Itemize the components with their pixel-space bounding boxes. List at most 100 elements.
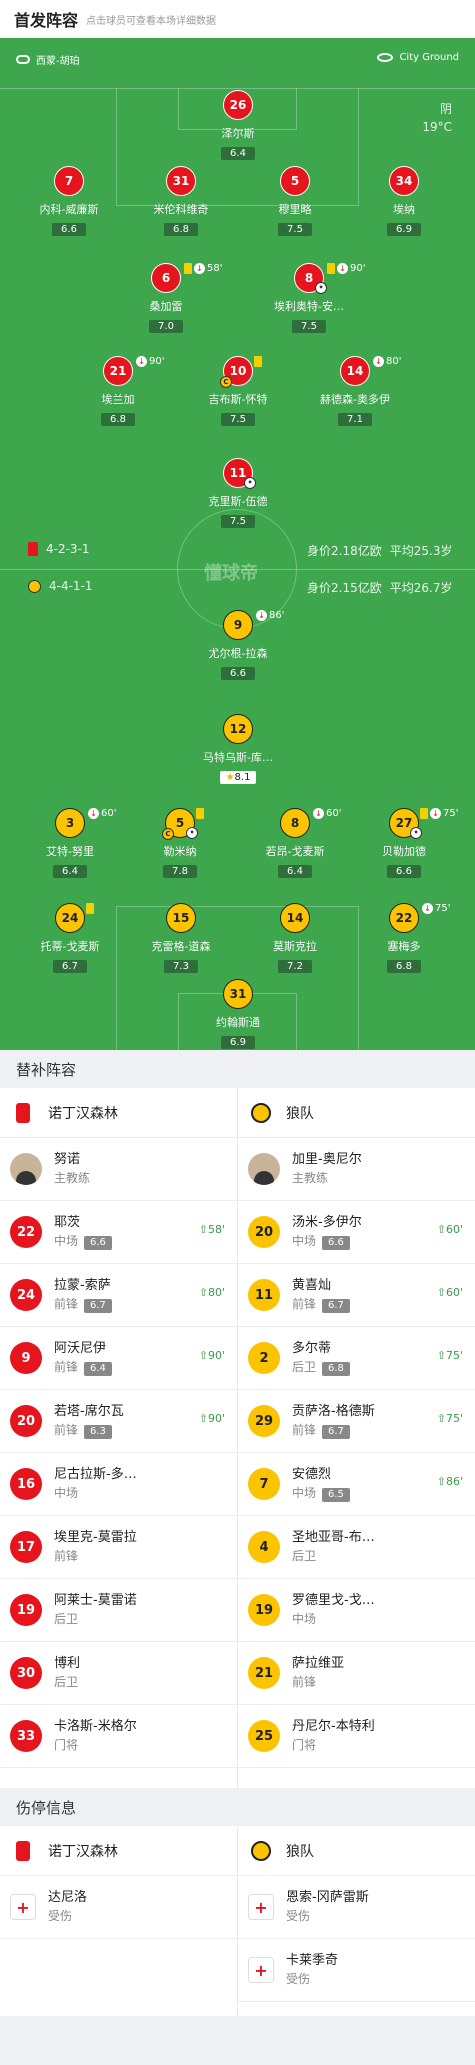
home-player-34[interactable]: 34 埃纳 6.9 [344, 166, 464, 236]
away-sub-row[interactable]: 21 萨拉维亚 前锋 [238, 1642, 475, 1705]
home-player-26[interactable]: 26 泽尔斯 6.4 [178, 90, 298, 160]
stadium-name: City Ground [399, 52, 459, 63]
yellow-card-icon [196, 808, 204, 819]
away-injury-column: 狼队 + 恩索-冈萨雷斯 受伤 + 卡莱季奇 受伤 [238, 1826, 475, 2002]
player-number: 22 [10, 1216, 42, 1248]
player-number: 14 [340, 356, 370, 386]
away-sub-row[interactable]: 20 汤米-多伊尔 中场 6.6 ⇧60' [238, 1201, 475, 1264]
player-events: ↓ 75' [420, 808, 458, 819]
away-player-22[interactable]: 22 ↓ 75' 塞梅多 6.8 [344, 903, 464, 973]
player-number: 29 [248, 1405, 280, 1437]
home-coach-row[interactable]: 努诺 主教练 [0, 1138, 237, 1201]
away-player-5[interactable]: 5 C • 勒米纳 7.8 [120, 808, 240, 878]
home-sub-row[interactable]: 30 博利 后卫 [0, 1642, 237, 1705]
away-sub-row[interactable]: 2 多尔蒂 后卫 6.8 ⇧75' [238, 1327, 475, 1390]
player-name: 贡萨洛-格德斯 [292, 1404, 375, 1419]
home-player-8[interactable]: 8 • ↓ 90' 埃利奥特-安… 7.5 [249, 263, 369, 333]
home-player-5[interactable]: 5 穆里略 7.5 [235, 166, 355, 236]
home-player-7[interactable]: 7 内科-威廉斯 6.6 [9, 166, 129, 236]
away-sub-row[interactable]: 25 丹尼尔-本特利 门将 [238, 1705, 475, 1768]
home-sub-row[interactable]: 24 拉蒙-索萨 前锋 6.7 ⇧80' [0, 1264, 237, 1327]
sub-out-icon: ↓ [136, 356, 147, 367]
goal-ball-icon: • [244, 477, 256, 489]
injury-status: 受伤 [286, 1909, 311, 1923]
home-sub-row[interactable]: 22 耶茨 中场 6.6 ⇧58' [0, 1201, 237, 1264]
away-player-9[interactable]: 9 ↓ 86' 尤尔根-拉森 6.6 [178, 610, 298, 680]
player-rating: 7.5 [278, 223, 312, 236]
home-sub-row[interactable]: 20 若塔-席尔瓦 前锋 6.3 ⇧90' [0, 1390, 237, 1453]
wolves-crest-icon [28, 579, 41, 593]
star-icon: ★ [225, 772, 235, 783]
away-player-8[interactable]: 8 ↓ 60' 若昂-戈麦斯 6.4 [235, 808, 355, 878]
away-sub-row[interactable]: 11 黄喜灿 前锋 6.7 ⇧60' [238, 1264, 475, 1327]
away-sub-row[interactable]: 4 圣地亚哥-布… 后卫 [238, 1516, 475, 1579]
home-sub-row[interactable]: 19 阿莱士-莫雷诺 后卫 [0, 1579, 237, 1642]
sub-time: 60' [101, 808, 117, 819]
player-rating: 7.5 [221, 515, 255, 528]
away-player-14[interactable]: 14 莫斯克拉 7.2 [235, 903, 355, 973]
player-events [254, 356, 262, 367]
home-player-21[interactable]: 21 ↓ 90' 埃兰加 6.8 [58, 356, 178, 426]
home-player-11[interactable]: 11 • 克里斯-伍德 7.5 [178, 458, 298, 528]
player-rating: 6.7 [53, 960, 87, 973]
home-team-summary: 4-2-3-1 [28, 542, 90, 556]
player-name: 安德烈 [292, 1467, 332, 1482]
player-position: 后卫 [54, 1612, 79, 1626]
away-player-3[interactable]: 3 ↓ 60' 艾特-努里 6.4 [10, 808, 130, 878]
home-player-31[interactable]: 31 米伦科维奇 6.8 [121, 166, 241, 236]
player-number: 31 [223, 979, 253, 1009]
captain-icon: C [220, 376, 232, 388]
player-position: 门将 [292, 1738, 317, 1752]
away-coach-row[interactable]: 加里-奥尼尔 主教练 [238, 1138, 475, 1201]
home-sub-row[interactable]: 33 卡洛斯-米格尔 门将 [0, 1705, 237, 1768]
sub-in-time: ⇧86' [436, 1475, 463, 1488]
player-number: 30 [10, 1657, 42, 1689]
player-number: 14 [280, 903, 310, 933]
injury-row[interactable]: + 达尼洛 受伤 [0, 1876, 237, 1939]
home-player-10[interactable]: 10 C 吉布斯-怀特 7.5 [178, 356, 298, 426]
player-name: 卡洛斯-米格尔 [54, 1719, 137, 1734]
player-events: ↓ 90' [136, 356, 164, 367]
away-sub-row[interactable]: 19 罗德里戈-戈… 中场 [238, 1579, 475, 1642]
home-sub-row[interactable]: 16 尼古拉斯-多… 中场 [0, 1453, 237, 1516]
team-name: 诺丁汉森林 [48, 1843, 118, 1860]
player-name: 赫德森-奥多伊 [320, 393, 390, 406]
injury-status: 受伤 [48, 1909, 73, 1923]
injury-row[interactable]: + 恩索-冈萨雷斯 受伤 [238, 1876, 475, 1939]
player-name: 博利 [54, 1656, 81, 1671]
away-player-15[interactable]: 15 克雷格-道森 7.3 [121, 903, 241, 973]
injury-row[interactable]: + 卡莱季奇 受伤 [238, 1939, 475, 2002]
player-number: 22 [389, 903, 419, 933]
sub-out-icon: ↓ [337, 263, 348, 274]
sub-time: 80' [386, 356, 402, 367]
home-sub-row[interactable]: 9 阿沃尼伊 前锋 6.4 ⇧90' [0, 1327, 237, 1390]
player-number: 20 [248, 1216, 280, 1248]
player-number-wrap: 8 • [294, 263, 327, 294]
home-player-6[interactable]: 6 ↓ 58' 桑加雷 7.0 [106, 263, 226, 333]
forest-crest-icon [10, 1838, 36, 1864]
player-rating: 7.3 [164, 960, 198, 973]
player-name: 尤尔根-拉森 [208, 647, 268, 660]
away-sub-row[interactable]: 7 安德烈 中场 6.5 ⇧86' [238, 1453, 475, 1516]
injury-section-title: 伤停信息 [0, 1788, 475, 1826]
player-number: 33 [10, 1720, 42, 1752]
away-player-27[interactable]: 27 • ↓ 75' 贝勒加德 6.6 [344, 808, 464, 878]
player-position: 后卫 [292, 1549, 317, 1563]
sub-in-minute: 90' [207, 1349, 225, 1362]
away-sub-row[interactable]: 29 贡萨洛-格德斯 前锋 6.7 ⇧75' [238, 1390, 475, 1453]
coach-avatar [248, 1153, 280, 1185]
player-rating: 8.1 [234, 772, 251, 783]
away-player-12[interactable]: 12 马特乌斯-库… ★8.1 [178, 714, 298, 784]
player-position: 前锋 [292, 1297, 317, 1311]
referee-name: 西蒙-胡珀 [36, 56, 80, 67]
player-rating: 6.4 [221, 147, 255, 160]
away-player-24[interactable]: 24 托蒂-戈麦斯 6.7 [10, 903, 130, 973]
sub-out-icon: ↓ [373, 356, 384, 367]
player-number: 24 [55, 903, 85, 933]
weather-temperature: 19°C [422, 120, 452, 134]
player-rating: 6.6 [84, 1236, 112, 1250]
home-team-row: 诺丁汉森林 [0, 1088, 237, 1138]
away-player-31[interactable]: 31 约翰斯通 6.9 [178, 979, 298, 1049]
home-player-14[interactable]: 14 ↓ 80' 赫德森-奥多伊 7.1 [295, 356, 415, 426]
home-sub-row[interactable]: 17 埃里克-莫雷拉 前锋 [0, 1516, 237, 1579]
